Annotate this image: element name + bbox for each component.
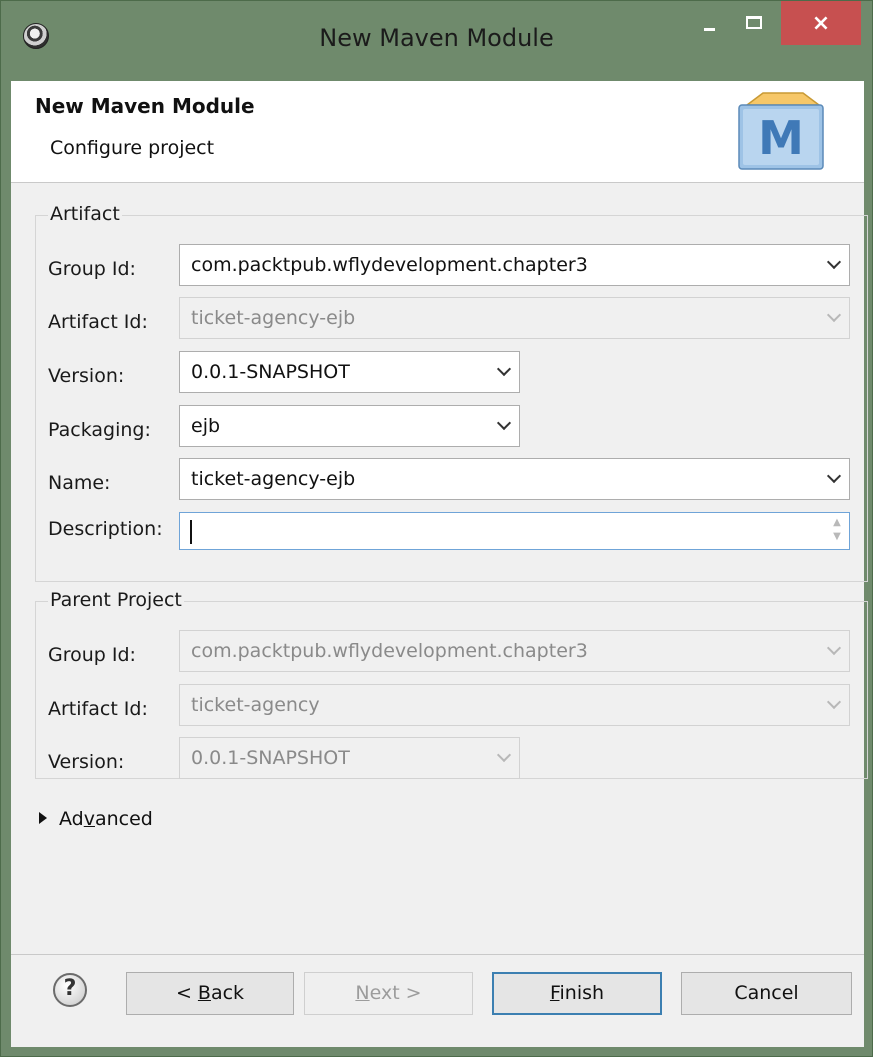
- cancel-button[interactable]: Cancel: [681, 972, 852, 1015]
- chevron-down-icon[interactable]: [495, 415, 513, 436]
- dialog-window: New Maven Module × New Maven Module Conf…: [0, 0, 873, 1057]
- chevron-down-icon: [825, 694, 843, 715]
- artifact-id-label: Artifact Id:: [48, 311, 148, 333]
- chevron-down-icon: [825, 307, 843, 328]
- version-combo[interactable]: 0.0.1-SNAPSHOT: [179, 351, 520, 393]
- dialog-content: New Maven Module Configure project M Art…: [11, 81, 868, 1047]
- parent-artifact-id-label: Artifact Id:: [48, 698, 148, 720]
- back-label-post: ack: [210, 982, 245, 1004]
- artifact-id-combo: ticket-agency-ejb: [179, 297, 850, 339]
- next-label-mnemonic: N: [355, 982, 370, 1004]
- advanced-label-post: anced: [94, 808, 153, 830]
- parent-group-id-label: Group Id:: [48, 644, 136, 666]
- minimize-icon: [703, 27, 715, 31]
- chevron-down-icon: [495, 747, 513, 768]
- finish-button[interactable]: Finish: [492, 972, 662, 1015]
- text-caret: [190, 520, 192, 544]
- next-button[interactable]: Next >: [304, 972, 473, 1015]
- name-value: ticket-agency-ejb: [191, 468, 356, 490]
- back-button[interactable]: < Back: [126, 972, 294, 1015]
- next-label-post: ext >: [369, 982, 422, 1004]
- scroll-arrows-icon[interactable]: ▲ ▼: [830, 516, 844, 546]
- chevron-down-icon[interactable]: [825, 254, 843, 275]
- minimize-button[interactable]: [693, 1, 725, 43]
- parent-version-value: 0.0.1-SNAPSHOT: [191, 747, 350, 769]
- advanced-label-mnemonic: v: [83, 808, 95, 830]
- advanced-label-pre: Ad: [59, 808, 84, 830]
- back-label-mnemonic: B: [197, 982, 211, 1004]
- maximize-icon: [746, 15, 762, 29]
- help-icon[interactable]: ?: [53, 973, 87, 1007]
- wizard-banner: New Maven Module Configure project M: [11, 81, 864, 183]
- version-label: Version:: [48, 365, 125, 387]
- wizard-title: New Maven Module: [35, 94, 255, 118]
- parent-version-label: Version:: [48, 751, 125, 773]
- finish-label-post: inish: [559, 982, 605, 1004]
- chevron-down-icon[interactable]: [495, 361, 513, 382]
- parent-version-combo: 0.0.1-SNAPSHOT: [179, 737, 520, 779]
- maximize-button[interactable]: [735, 1, 773, 43]
- wizard-subtitle: Configure project: [50, 137, 215, 159]
- parent-artifact-id-value: ticket-agency: [191, 694, 320, 716]
- packaging-combo[interactable]: ejb: [179, 405, 520, 447]
- parent-group-id-value: com.packtpub.wflydevelopment.chapter3: [191, 640, 588, 662]
- name-label: Name:: [48, 472, 111, 494]
- name-combo[interactable]: ticket-agency-ejb: [179, 458, 850, 500]
- chevron-down-icon: [825, 640, 843, 661]
- artifact-group-id-value: com.packtpub.wflydevelopment.chapter3: [191, 254, 588, 276]
- parent-group-id-combo: com.packtpub.wflydevelopment.chapter3: [179, 630, 850, 672]
- title-bar[interactable]: New Maven Module ×: [1, 1, 872, 81]
- back-label-pre: <: [175, 982, 198, 1004]
- description-textarea[interactable]: ▲ ▼: [179, 512, 850, 550]
- maven-logo-icon: M: [738, 92, 824, 170]
- maven-logo-letter: M: [758, 111, 804, 165]
- artifact-id-value: ticket-agency-ejb: [191, 307, 356, 329]
- finish-label-mnemonic: F: [549, 982, 560, 1004]
- artifact-group-id-label: Group Id:: [48, 258, 136, 280]
- version-value: 0.0.1-SNAPSHOT: [191, 361, 350, 383]
- advanced-expander[interactable]: Advanced: [39, 808, 153, 830]
- close-button[interactable]: ×: [781, 1, 861, 45]
- triangle-right-icon[interactable]: [39, 812, 47, 824]
- description-label: Description:: [48, 518, 163, 540]
- parent-artifact-id-combo: ticket-agency: [179, 684, 850, 726]
- packaging-value: ejb: [191, 415, 221, 437]
- parent-project-legend: Parent Project: [48, 589, 184, 611]
- chevron-down-icon[interactable]: [825, 468, 843, 489]
- button-bar-separator: [11, 954, 864, 955]
- artifact-group-legend: Artifact: [48, 203, 122, 225]
- packaging-label: Packaging:: [48, 419, 151, 441]
- close-icon: ×: [811, 10, 831, 36]
- artifact-group-id-combo[interactable]: com.packtpub.wflydevelopment.chapter3: [179, 244, 850, 286]
